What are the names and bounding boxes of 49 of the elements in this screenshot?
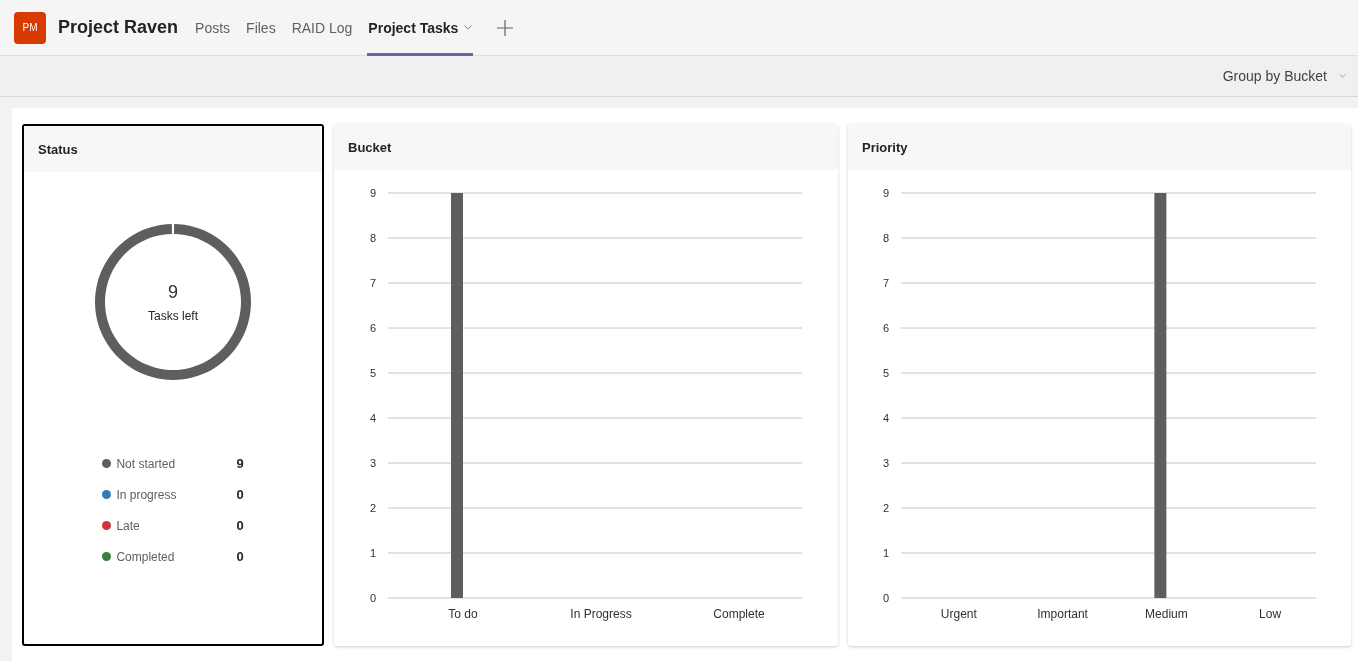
axis-label: 6 xyxy=(882,322,889,334)
team-title: Project Raven xyxy=(58,17,179,38)
legend-label: Completed xyxy=(116,549,176,564)
axis-label: 3 xyxy=(882,457,889,469)
axis-label: 9 xyxy=(882,187,889,199)
axis-label: 4 xyxy=(882,412,889,424)
axis-label: 7 xyxy=(369,277,376,289)
legend-count: 0 xyxy=(236,518,244,533)
tasks-label: Tasks left xyxy=(148,308,198,323)
group-by-dropdown[interactable]: Group by Bucket xyxy=(1216,67,1352,85)
axis-label: 0 xyxy=(369,592,376,604)
tasks-count: 9 xyxy=(168,281,178,303)
axis-label: 5 xyxy=(369,367,376,379)
axis-label: To do xyxy=(448,607,478,621)
tab[interactable]: Files xyxy=(245,0,277,56)
card-title: Priority xyxy=(848,124,1351,170)
axis-label: Medium xyxy=(1145,607,1188,621)
chevron-down-icon xyxy=(1339,74,1346,78)
tab[interactable]: Posts xyxy=(194,0,232,56)
axis-label: 4 xyxy=(369,412,376,424)
card-title: Bucket xyxy=(334,124,838,170)
tab[interactable]: RAID Log xyxy=(290,0,354,56)
axis-label: 8 xyxy=(882,232,889,244)
axis-label: Complete xyxy=(713,607,765,621)
axis-label: Urgent xyxy=(940,607,977,621)
axis-label: Important xyxy=(1037,607,1088,621)
axis-label: 1 xyxy=(369,547,376,559)
axis-label: Low xyxy=(1259,607,1282,621)
legend-count: 0 xyxy=(236,549,244,564)
team-avatar[interactable]: PM xyxy=(14,11,46,44)
axis-label: 6 xyxy=(369,322,376,334)
status-card[interactable]: Status 9 Tasks left Not started 9 In progress 0 Late 0 Completed 0 xyxy=(22,124,324,646)
axis-label: 7 xyxy=(882,277,889,289)
axis-label: 9 xyxy=(369,187,376,199)
axis-label: 3 xyxy=(369,457,376,469)
legend-label: In progress xyxy=(116,487,178,502)
axis-label: 2 xyxy=(882,502,889,514)
legend-count: 0 xyxy=(236,487,244,502)
legend-label: Not started xyxy=(116,456,177,471)
axis-label: 2 xyxy=(369,502,376,514)
axis-label: In Progress xyxy=(570,607,632,621)
card-title: Status xyxy=(24,126,322,172)
legend-count: 9 xyxy=(236,456,244,471)
legend-label: Late xyxy=(116,518,141,533)
axis-label: 5 xyxy=(882,367,889,379)
axis-label: 8 xyxy=(369,232,376,244)
plus-icon[interactable] xyxy=(497,19,514,36)
axis-label: 0 xyxy=(882,592,889,604)
axis-label: 1 xyxy=(882,547,889,559)
